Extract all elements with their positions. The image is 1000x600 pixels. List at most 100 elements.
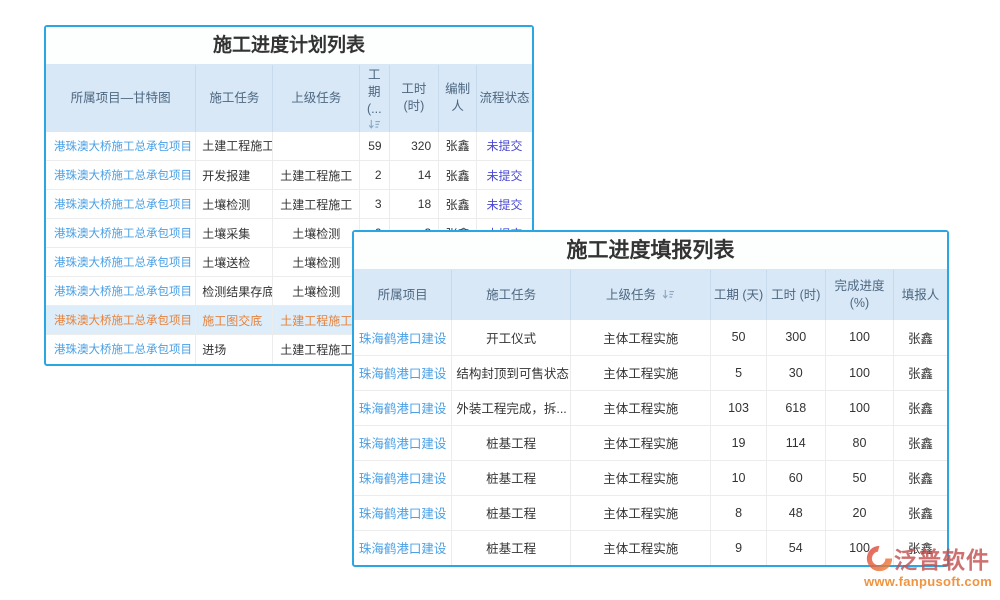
parent-task-cell: 主体工程实施 xyxy=(570,355,711,390)
report-table-card: 施工进度填报列表 所属项目 施工任务 上级任务 工期 xyxy=(352,230,949,567)
reporter-cell: 张鑫 xyxy=(894,495,947,530)
project-link[interactable]: 港珠澳大桥施工总承包项目 xyxy=(46,219,196,248)
hours-cell: 30 xyxy=(766,355,825,390)
project-link[interactable]: 港珠澳大桥施工总承包项目 xyxy=(46,335,196,364)
project-link[interactable]: 港珠澳大桥施工总承包项目 xyxy=(46,161,196,190)
project-link[interactable]: 珠海鹤港口建设 xyxy=(354,530,452,565)
hours-cell: 48 xyxy=(766,495,825,530)
hours-cell: 14 xyxy=(389,161,439,190)
reporter-cell: 张鑫 xyxy=(894,390,947,425)
task-cell: 开工仪式 xyxy=(452,320,571,355)
parent-task-cell: 主体工程实施 xyxy=(570,460,711,495)
report-table-row[interactable]: 珠海鹤港口建设 开工仪式 主体工程实施 50 300 100 张鑫 xyxy=(354,320,947,355)
project-link[interactable]: 珠海鹤港口建设 xyxy=(354,390,452,425)
task-cell: 进场 xyxy=(196,335,273,364)
hours-cell: 60 xyxy=(766,460,825,495)
project-link[interactable]: 港珠澳大桥施工总承包项目 xyxy=(46,190,196,219)
project-link[interactable]: 港珠澳大桥施工总承包项目 xyxy=(46,132,196,161)
hours-cell: 618 xyxy=(766,390,825,425)
parent-task-cell: 主体工程实施 xyxy=(570,320,711,355)
project-link[interactable]: 珠海鹤港口建设 xyxy=(354,355,452,390)
duration-cell: 59 xyxy=(359,132,389,161)
plan-col-project: 所属项目—甘特图 xyxy=(46,65,196,132)
report-table: 所属项目 施工任务 上级任务 工期 (天) 工时 (时) 完成进度 (%) 填报… xyxy=(354,270,947,565)
sort-icon[interactable] xyxy=(662,289,675,300)
plan-table-title: 施工进度计划列表 xyxy=(46,27,532,65)
reporter-cell: 张鑫 xyxy=(894,530,947,565)
task-cell: 外装工程完成，拆... xyxy=(452,390,571,425)
task-cell: 桩基工程 xyxy=(452,425,571,460)
plan-col-parent-task: 上级任务 xyxy=(273,65,360,132)
task-cell: 桩基工程 xyxy=(452,530,571,565)
project-link[interactable]: 珠海鹤港口建设 xyxy=(354,460,452,495)
parent-task-cell: 土壤检测 xyxy=(273,248,360,277)
parent-task-cell: 土建工程施工 xyxy=(273,306,360,335)
author-cell: 张鑫 xyxy=(439,190,477,219)
project-link[interactable]: 珠海鹤港口建设 xyxy=(354,425,452,460)
hours-cell: 320 xyxy=(389,132,439,161)
duration-cell: 9 xyxy=(711,530,766,565)
progress-cell: 80 xyxy=(825,425,893,460)
plan-table-header: 所属项目—甘特图 施工任务 上级任务 工期 (... 工时 (时) 编制人 流程… xyxy=(46,65,532,132)
hours-cell: 300 xyxy=(766,320,825,355)
duration-cell: 8 xyxy=(711,495,766,530)
progress-cell: 100 xyxy=(825,355,893,390)
task-cell: 土壤采集 xyxy=(196,219,273,248)
plan-table-row[interactable]: 港珠澳大桥施工总承包项目 土建工程施工 59 320 张鑫 未提交 xyxy=(46,132,532,161)
page: 施工进度计划列表 所属项目—甘特图 施工任务 上级任务 工期 (... xyxy=(0,0,1000,600)
task-cell: 桩基工程 xyxy=(452,460,571,495)
parent-task-cell: 土建工程施工 xyxy=(273,161,360,190)
task-cell: 检测结果存底 xyxy=(196,277,273,306)
report-table-row[interactable]: 珠海鹤港口建设 桩基工程 主体工程实施 19 114 80 张鑫 xyxy=(354,425,947,460)
progress-cell: 100 xyxy=(825,390,893,425)
reporter-cell: 张鑫 xyxy=(894,355,947,390)
parent-task-cell: 土壤检测 xyxy=(273,219,360,248)
hours-cell: 18 xyxy=(389,190,439,219)
duration-cell: 50 xyxy=(711,320,766,355)
report-table-body: 珠海鹤港口建设 开工仪式 主体工程实施 50 300 100 张鑫 珠海鹤港口建… xyxy=(354,320,947,565)
report-col-duration: 工期 (天) xyxy=(711,270,766,320)
project-link[interactable]: 珠海鹤港口建设 xyxy=(354,320,452,355)
report-table-row[interactable]: 珠海鹤港口建设 桩基工程 主体工程实施 9 54 100 张鑫 xyxy=(354,530,947,565)
author-cell: 张鑫 xyxy=(439,161,477,190)
project-link[interactable]: 港珠澳大桥施工总承包项目 xyxy=(46,306,196,335)
hours-cell: 54 xyxy=(766,530,825,565)
report-table-row[interactable]: 珠海鹤港口建设 结构封顶到可售状态 主体工程实施 5 30 100 张鑫 xyxy=(354,355,947,390)
project-link[interactable]: 港珠澳大桥施工总承包项目 xyxy=(46,277,196,306)
report-col-reporter: 填报人 xyxy=(894,270,947,320)
status-link[interactable]: 未提交 xyxy=(477,132,532,161)
plan-col-hours: 工时 (时) xyxy=(389,65,439,132)
report-col-hours: 工时 (时) xyxy=(766,270,825,320)
duration-cell: 3 xyxy=(359,190,389,219)
report-table-row[interactable]: 珠海鹤港口建设 桩基工程 主体工程实施 10 60 50 张鑫 xyxy=(354,460,947,495)
report-col-task: 施工任务 xyxy=(452,270,571,320)
parent-task-cell: 主体工程实施 xyxy=(570,390,711,425)
progress-cell: 20 xyxy=(825,495,893,530)
status-link[interactable]: 未提交 xyxy=(477,161,532,190)
duration-cell: 10 xyxy=(711,460,766,495)
parent-task-cell: 土建工程施工 xyxy=(273,335,360,364)
parent-task-cell: 土壤检测 xyxy=(273,277,360,306)
task-cell: 施工图交底 xyxy=(196,306,273,335)
report-table-row[interactable]: 珠海鹤港口建设 桩基工程 主体工程实施 8 48 20 张鑫 xyxy=(354,495,947,530)
plan-col-duration[interactable]: 工期 (... xyxy=(359,65,389,132)
sort-icon[interactable] xyxy=(368,119,381,130)
task-cell: 土壤检测 xyxy=(196,190,273,219)
report-col-progress: 完成进度 (%) xyxy=(825,270,893,320)
brand-url: www.fanpusoft.com xyxy=(858,574,998,589)
reporter-cell: 张鑫 xyxy=(894,320,947,355)
duration-cell: 2 xyxy=(359,161,389,190)
task-cell: 结构封顶到可售状态 xyxy=(452,355,571,390)
report-table-row[interactable]: 珠海鹤港口建设 外装工程完成，拆... 主体工程实施 103 618 100 张… xyxy=(354,390,947,425)
project-link[interactable]: 港珠澳大桥施工总承包项目 xyxy=(46,248,196,277)
report-col-parent-task[interactable]: 上级任务 xyxy=(570,270,711,320)
status-link[interactable]: 未提交 xyxy=(477,190,532,219)
plan-col-status: 流程状态 xyxy=(477,65,532,132)
parent-task-cell: 主体工程实施 xyxy=(570,495,711,530)
duration-cell: 5 xyxy=(711,355,766,390)
report-table-title: 施工进度填报列表 xyxy=(354,232,947,270)
project-link[interactable]: 珠海鹤港口建设 xyxy=(354,495,452,530)
report-col-project: 所属项目 xyxy=(354,270,452,320)
plan-table-row[interactable]: 港珠澳大桥施工总承包项目 土壤检测 土建工程施工 3 18 张鑫 未提交 xyxy=(46,190,532,219)
plan-table-row[interactable]: 港珠澳大桥施工总承包项目 开发报建 土建工程施工 2 14 张鑫 未提交 xyxy=(46,161,532,190)
